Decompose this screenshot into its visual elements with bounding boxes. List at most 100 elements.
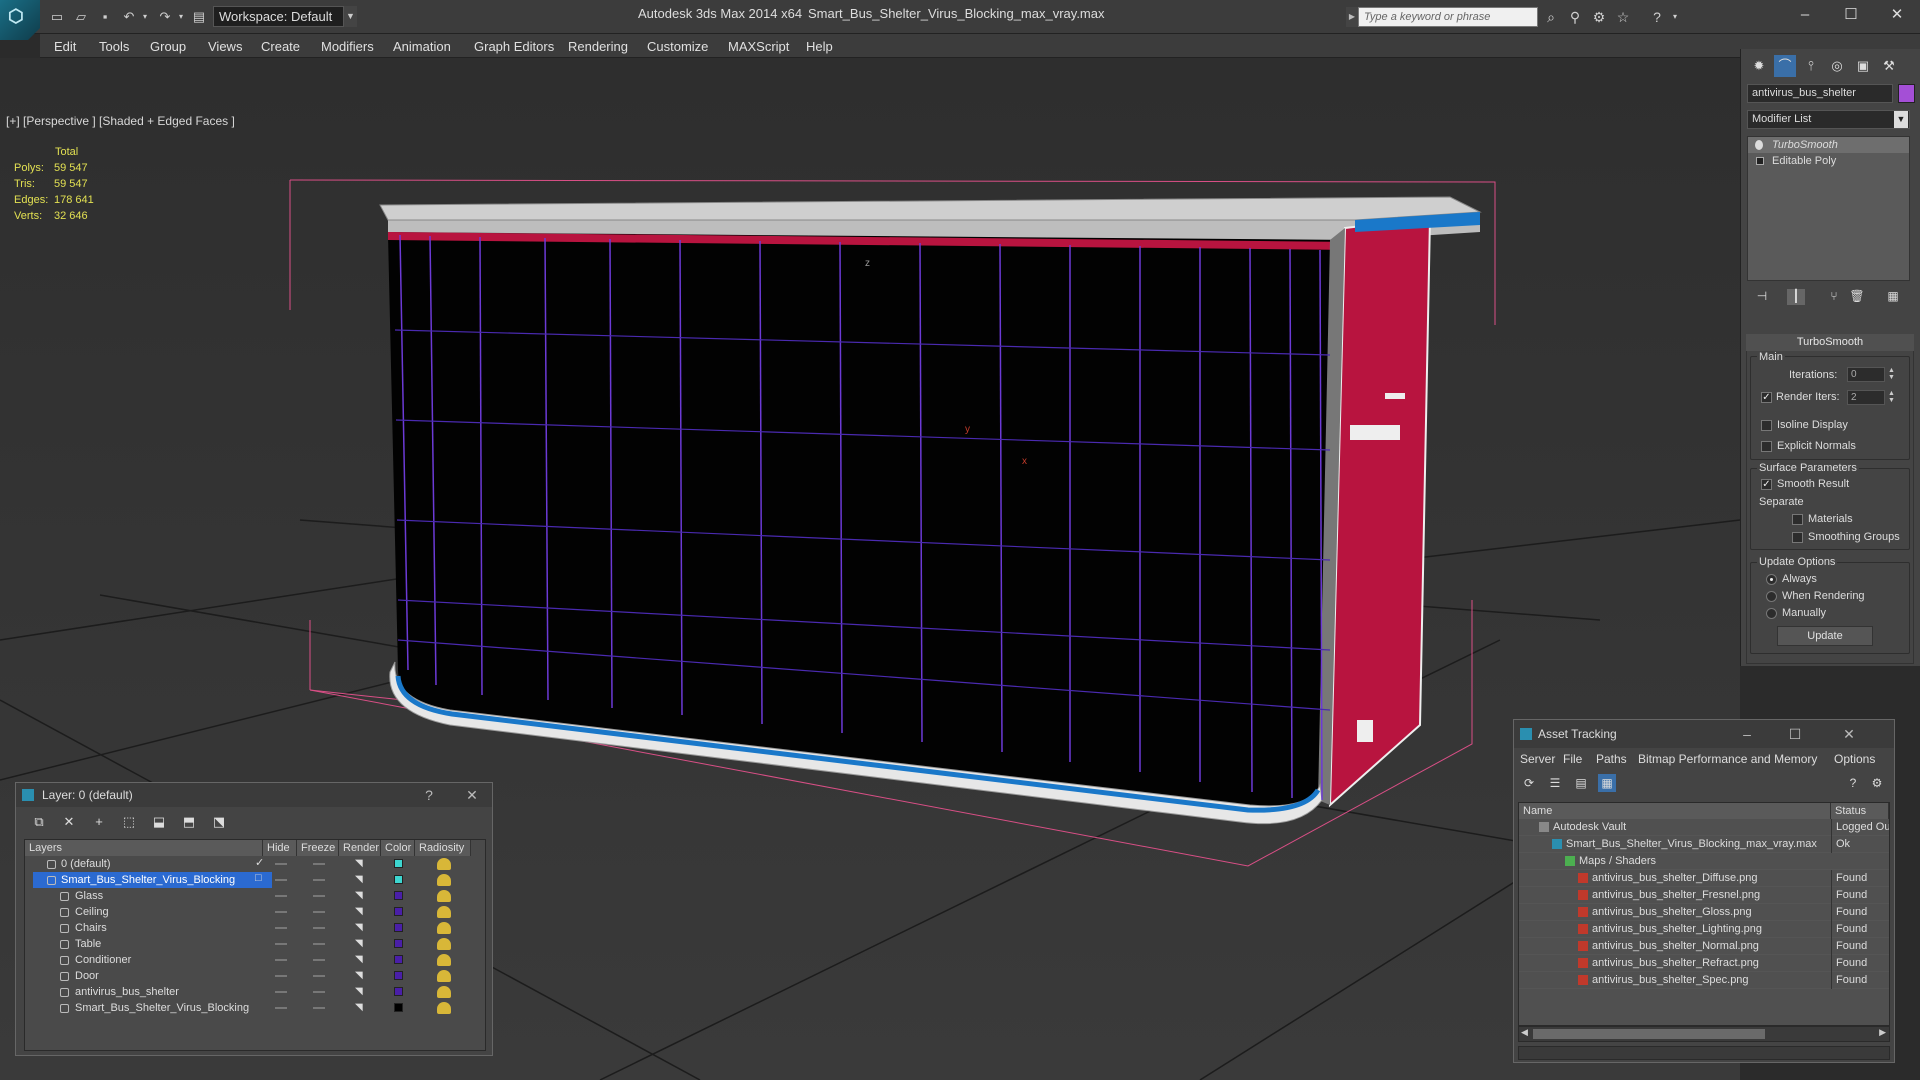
radiosity-icon[interactable] [437,954,451,966]
chevron-down-icon[interactable]: ▼ [1894,111,1908,128]
scroll-left-icon[interactable]: ◀ [1521,1027,1528,1038]
menu-edit[interactable]: Edit [54,39,76,54]
modify-tab-icon[interactable]: ⌒ [1774,55,1796,77]
hide-toggle[interactable] [275,991,287,993]
render-teapot-icon[interactable]: ◥ [355,971,365,981]
freeze-toggle[interactable] [313,1007,325,1009]
freeze-all-icon[interactable]: ⬔ [210,813,228,831]
open-file-icon[interactable]: ▱ [72,8,90,26]
close-icon[interactable]: ✕ [1882,4,1912,26]
layer-name[interactable]: Door [33,968,272,984]
layer-name[interactable]: antivirus_bus_shelter [33,984,272,1000]
column-name[interactable]: Name [1519,803,1831,819]
help-icon[interactable]: ? [418,783,440,807]
asset-row[interactable]: Smart_Bus_Shelter_Virus_Blocking_max_vra… [1519,836,1889,853]
layer-row[interactable]: Smart_Bus_Shelter_Virus_Blocking ◥ [25,1000,485,1016]
freeze-toggle[interactable] [313,927,325,929]
menu-graph-editors[interactable]: Graph Editors [474,39,554,54]
menu-customize[interactable]: Customize [647,39,708,54]
search-input[interactable]: Type a keyword or phrase [1358,7,1538,27]
freeze-toggle[interactable] [313,959,325,961]
utilities-tab-icon[interactable]: ⚒ [1878,55,1900,77]
make-unique-icon[interactable]: ⑂ [1825,289,1843,305]
radiosity-icon[interactable] [437,874,451,886]
asset-row[interactable]: antivirus_bus_shelter_Refract.png Found [1519,955,1889,972]
scroll-right-icon[interactable]: ▶ [1879,1027,1886,1038]
layer-row[interactable]: Glass ◥ [25,888,485,904]
new-file-icon[interactable]: ▭ [48,8,66,26]
maximize-icon[interactable]: ☐ [1784,722,1806,746]
layer-color-swatch[interactable] [394,971,403,980]
smooth-result-checkbox[interactable]: ✓ [1761,479,1772,490]
asset-window-title[interactable]: Asset Tracking [1514,720,1894,748]
layer-color-swatch[interactable] [394,875,403,884]
chevron-down-icon[interactable]: ▼ [343,6,357,27]
always-radio[interactable] [1766,574,1777,585]
horizontal-scrollbar[interactable]: ◀ ▶ [1518,1026,1890,1042]
render-teapot-icon[interactable]: ◥ [355,939,365,949]
radiosity-icon[interactable] [437,858,451,870]
asset-row[interactable]: antivirus_bus_shelter_Diffuse.png Found [1519,870,1889,887]
layer-color-swatch[interactable] [394,939,403,948]
pin-stack-icon[interactable]: ⊣ [1753,289,1771,305]
materials-checkbox[interactable] [1792,514,1803,525]
menu-rendering[interactable]: Rendering [568,39,628,54]
create-layer-icon[interactable]: ⧉ [30,813,48,831]
viewport-label[interactable]: [+] [Perspective ] [Shaded + Edged Faces… [6,114,235,128]
layer-name[interactable]: Smart_Bus_Shelter_Virus_Blocking [33,1000,272,1016]
iterations-spinner[interactable]: 0 [1847,367,1885,382]
render-teapot-icon[interactable]: ◥ [355,907,365,917]
menu-create[interactable]: Create [261,39,300,54]
menu-options[interactable]: Options [1834,752,1875,766]
asset-row[interactable]: antivirus_bus_shelter_Gloss.png Found [1519,904,1889,921]
layer-name[interactable]: Conditioner [33,952,272,968]
show-end-result-icon[interactable]: ┃ [1787,289,1805,305]
freeze-toggle[interactable] [313,943,325,945]
list-view-icon[interactable]: ☰ [1546,774,1564,792]
layer-color-swatch[interactable] [394,923,403,932]
hide-toggle[interactable] [275,879,287,881]
undo-dropdown-icon[interactable]: ▾ [136,8,154,26]
column-status[interactable]: Status [1831,803,1889,819]
render-teapot-icon[interactable]: ◥ [355,859,365,869]
minimize-icon[interactable]: – [1736,722,1758,746]
asset-row[interactable]: antivirus_bus_shelter_Spec.png Found [1519,972,1889,989]
help-dropdown-icon[interactable]: ▾ [1666,8,1684,26]
layer-color-swatch[interactable] [394,891,403,900]
column-hide[interactable]: Hide [263,840,297,856]
binoculars-icon[interactable]: ⌕ [1542,8,1560,26]
maximize-icon[interactable]: ☐ [1836,4,1866,26]
asset-row[interactable]: antivirus_bus_shelter_Normal.png Found [1519,938,1889,955]
menu-modifiers[interactable]: Modifiers [321,39,374,54]
lightbulb-icon[interactable] [1755,140,1763,150]
minimize-icon[interactable]: – [1790,4,1820,26]
layer-name[interactable]: Chairs [33,920,272,936]
modifier-list-dropdown[interactable]: Modifier List [1747,110,1910,129]
set-active-layer-icon[interactable]: □ [255,872,262,884]
create-tab-icon[interactable]: ✹ [1748,55,1770,77]
menu-bitmap-performance[interactable]: Bitmap Performance and Memory [1638,752,1817,766]
radiosity-icon[interactable] [437,986,451,998]
object-name-field[interactable]: antivirus_bus_shelter [1747,84,1893,103]
layer-row[interactable]: Door ◥ [25,968,485,984]
object-color-swatch[interactable] [1898,84,1915,103]
scrollbar-thumb[interactable] [1533,1029,1765,1039]
subscription-icon[interactable]: ⚙ [1590,8,1608,26]
radiosity-icon[interactable] [437,938,451,950]
when-rendering-radio[interactable] [1766,591,1777,602]
asset-row[interactable]: Autodesk Vault Logged Ou [1519,819,1889,836]
stack-item-turbosmooth[interactable]: TurboSmooth [1748,137,1909,153]
radiosity-icon[interactable] [437,890,451,902]
save-icon[interactable]: ▪ [96,8,114,26]
hide-toggle[interactable] [275,895,287,897]
hide-toggle[interactable] [275,911,287,913]
column-render[interactable]: Render [339,840,381,856]
layer-color-swatch[interactable] [394,907,403,916]
add-to-layer-icon[interactable]: + [90,813,108,831]
help-icon[interactable]: ? [1648,8,1666,26]
layer-color-swatch[interactable] [394,859,403,868]
stack-item-editable-poly[interactable]: Editable Poly [1748,153,1909,169]
layer-color-swatch[interactable] [394,987,403,996]
search-expand-icon[interactable]: ▶ [1346,7,1358,27]
menu-file[interactable]: File [1563,752,1582,766]
